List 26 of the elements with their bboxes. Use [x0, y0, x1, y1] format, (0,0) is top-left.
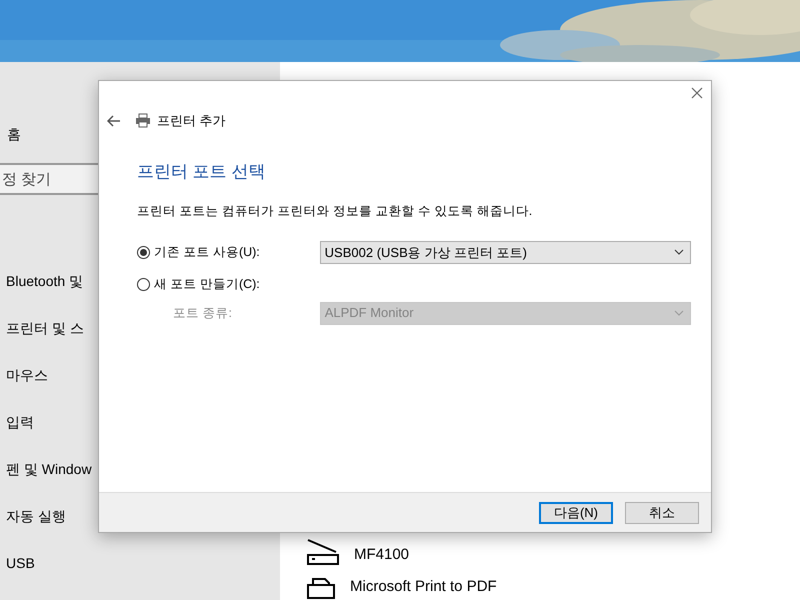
scanner-icon: [306, 536, 340, 566]
caret-icon: [674, 249, 684, 256]
dialog-button[interactable]: 다음(N): [539, 502, 613, 524]
sidebar-item[interactable]: 자동 실행: [6, 507, 66, 525]
sidebar-item[interactable]: 마우스: [6, 366, 48, 384]
back-arrow-icon[interactable]: [107, 114, 121, 127]
dialog-button[interactable]: 취소: [625, 502, 699, 524]
caret-icon: [674, 310, 684, 316]
sidebar-item[interactable]: 프린터 및 스: [6, 319, 84, 337]
dialog-heading: 프린터 포트 선택: [137, 160, 266, 182]
field-label: 포트 종류:: [172, 304, 233, 322]
home-link[interactable]: 홈: [7, 124, 21, 145]
search-field[interactable]: 정 찾기: [0, 163, 100, 195]
printer-icon: [135, 113, 151, 128]
sidebar-item[interactable]: Bluetooth 및: [6, 272, 84, 290]
radio-option[interactable]: 기존 포트 사용(U):: [137, 242, 320, 262]
sidebar-item[interactable]: 입력: [6, 413, 34, 431]
sidebar-item[interactable]: 펜 및 Window: [6, 460, 92, 478]
sidebar-item[interactable]: USB: [6, 554, 35, 572]
device-name: MF4100: [354, 544, 410, 564]
printer-icon: [306, 576, 336, 598]
dropdown[interactable]: USB002 (USB용 가상 프린터 포트): [320, 240, 691, 264]
description-text: 프린터 포트는 컴퓨터가 프린터와 정보를 교환할 수 있도록 해줍니다.: [137, 203, 534, 220]
device-name: Microsoft Print to PDF: [350, 577, 497, 597]
close-icon[interactable]: [691, 87, 703, 99]
dialog-title: 프린터 추가: [157, 112, 226, 130]
